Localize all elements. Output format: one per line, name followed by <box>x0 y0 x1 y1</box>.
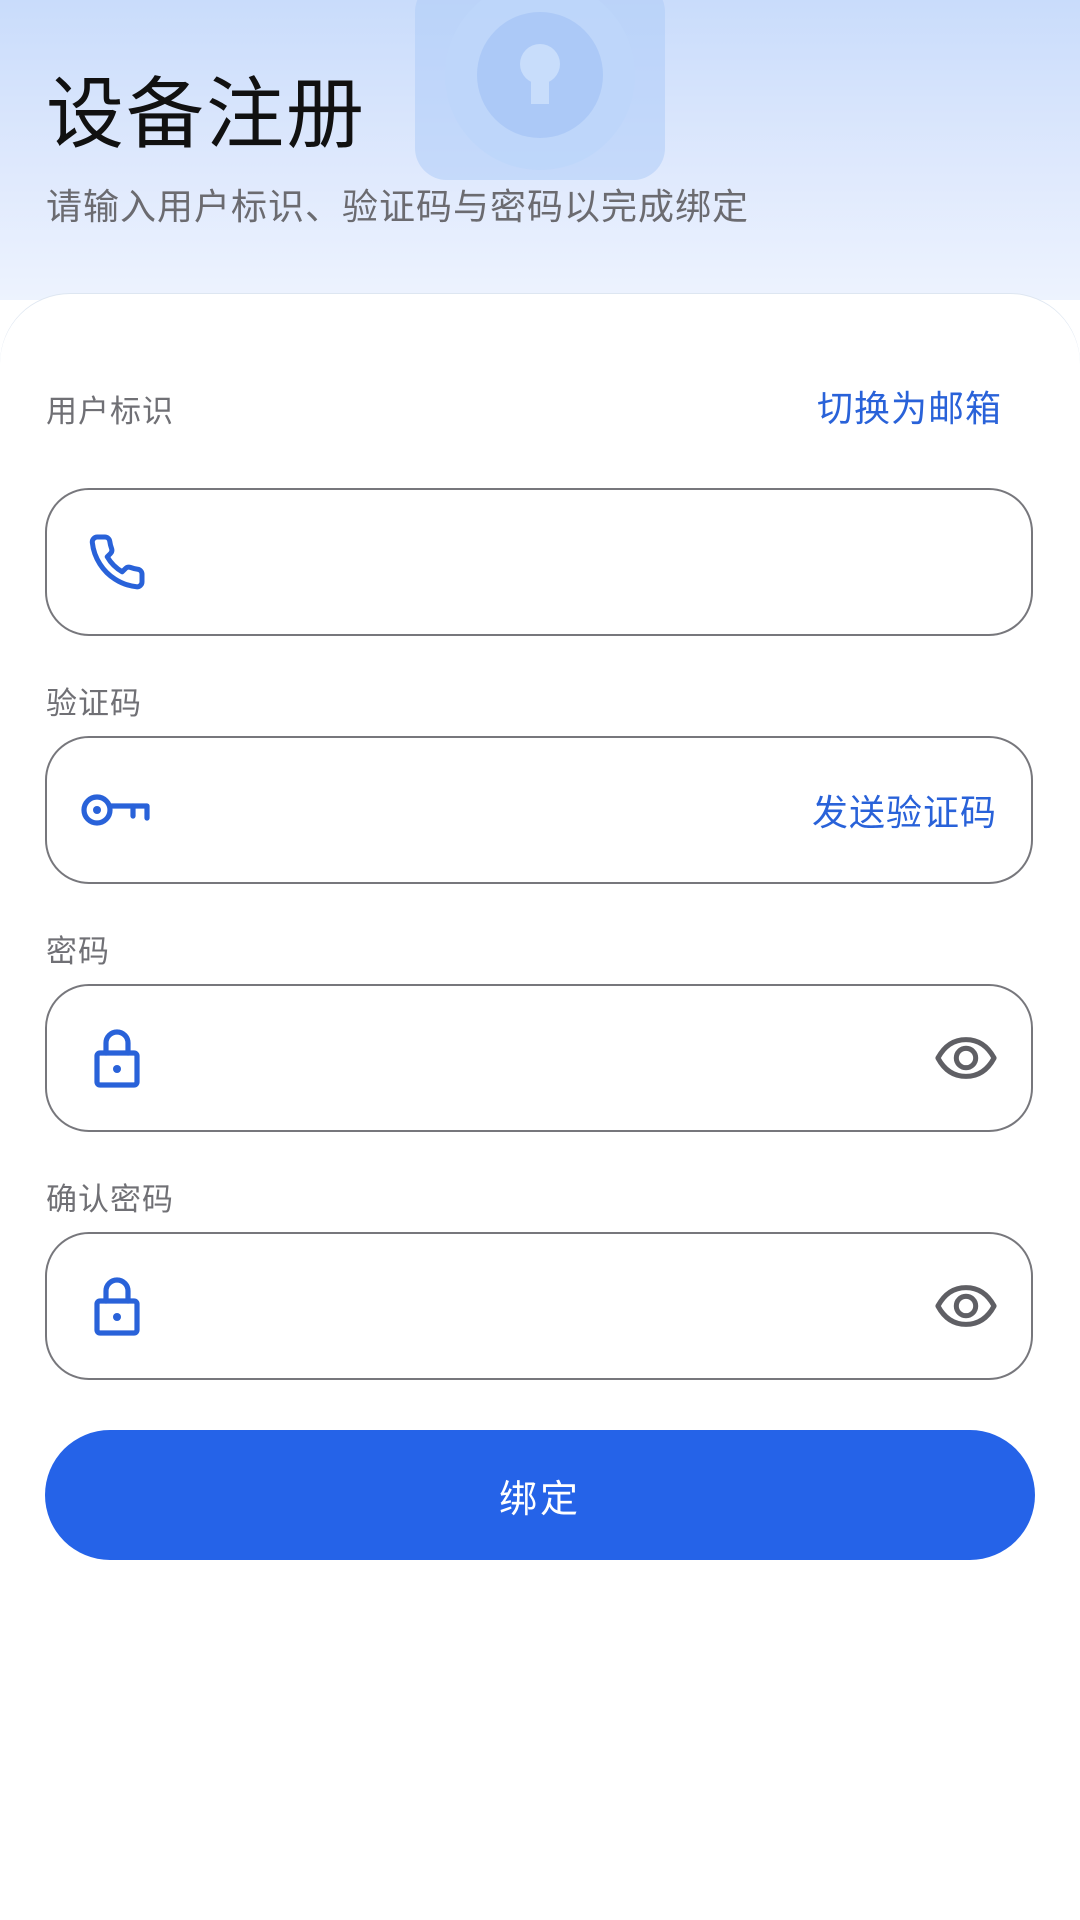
header-keyhole-stem <box>531 72 549 104</box>
verify-code-input[interactable] <box>187 738 811 884</box>
bind-button[interactable]: 绑定 <box>45 1430 1035 1560</box>
form-card: 用户标识 切换为邮箱 验证码 发送验证码 密码 确认密码 <box>0 294 1080 1920</box>
header-lock-ring-inner <box>477 12 603 138</box>
lock-icon <box>79 1020 155 1096</box>
key-icon <box>79 772 155 848</box>
password-label: 密码 <box>46 934 110 970</box>
user-id-field[interactable] <box>45 488 1033 636</box>
confirm-password-input[interactable] <box>187 1234 811 1380</box>
send-code-button[interactable]: 发送验证码 <box>812 784 997 836</box>
user-id-label: 用户标识 <box>46 394 174 430</box>
user-id-input[interactable] <box>187 490 811 636</box>
verify-code-label: 验证码 <box>46 686 142 722</box>
lock-icon <box>79 1268 155 1344</box>
page-subtitle: 请输入用户标识、验证码与密码以完成绑定 <box>46 187 750 228</box>
page-title: 设备注册 <box>46 70 367 160</box>
header-lock-ring <box>445 0 635 170</box>
switch-to-email-link[interactable]: 切换为邮箱 <box>817 380 1002 432</box>
eye-icon[interactable] <box>931 1023 1001 1093</box>
phone-icon <box>79 524 155 600</box>
header-lock-illustration-icon <box>415 0 665 180</box>
verify-code-field[interactable]: 发送验证码 <box>45 736 1033 884</box>
password-input[interactable] <box>187 986 811 1132</box>
password-field[interactable] <box>45 984 1033 1132</box>
confirm-password-label: 确认密码 <box>46 1182 174 1218</box>
eye-icon[interactable] <box>931 1271 1001 1341</box>
confirm-password-field[interactable] <box>45 1232 1033 1380</box>
